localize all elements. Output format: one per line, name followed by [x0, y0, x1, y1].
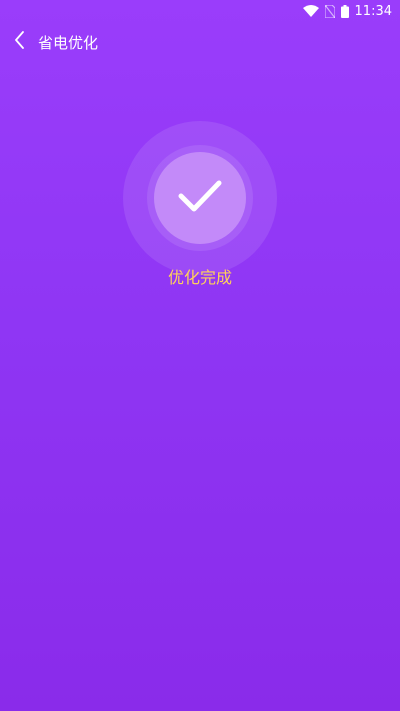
status-bar: 11:34 [0, 0, 400, 22]
wifi-icon [302, 5, 319, 17]
header: 省电优化 [0, 22, 400, 62]
no-sim-icon [324, 4, 335, 18]
success-indicator [123, 121, 277, 275]
status-time: 11:34 [354, 3, 392, 19]
battery-icon [340, 4, 349, 18]
chevron-left-icon [14, 31, 26, 53]
back-button[interactable] [2, 22, 38, 62]
page-title: 省电优化 [38, 33, 99, 52]
optimization-complete-label: 优化完成 [167, 268, 232, 287]
inner-circle [154, 152, 246, 244]
check-icon [177, 178, 223, 218]
